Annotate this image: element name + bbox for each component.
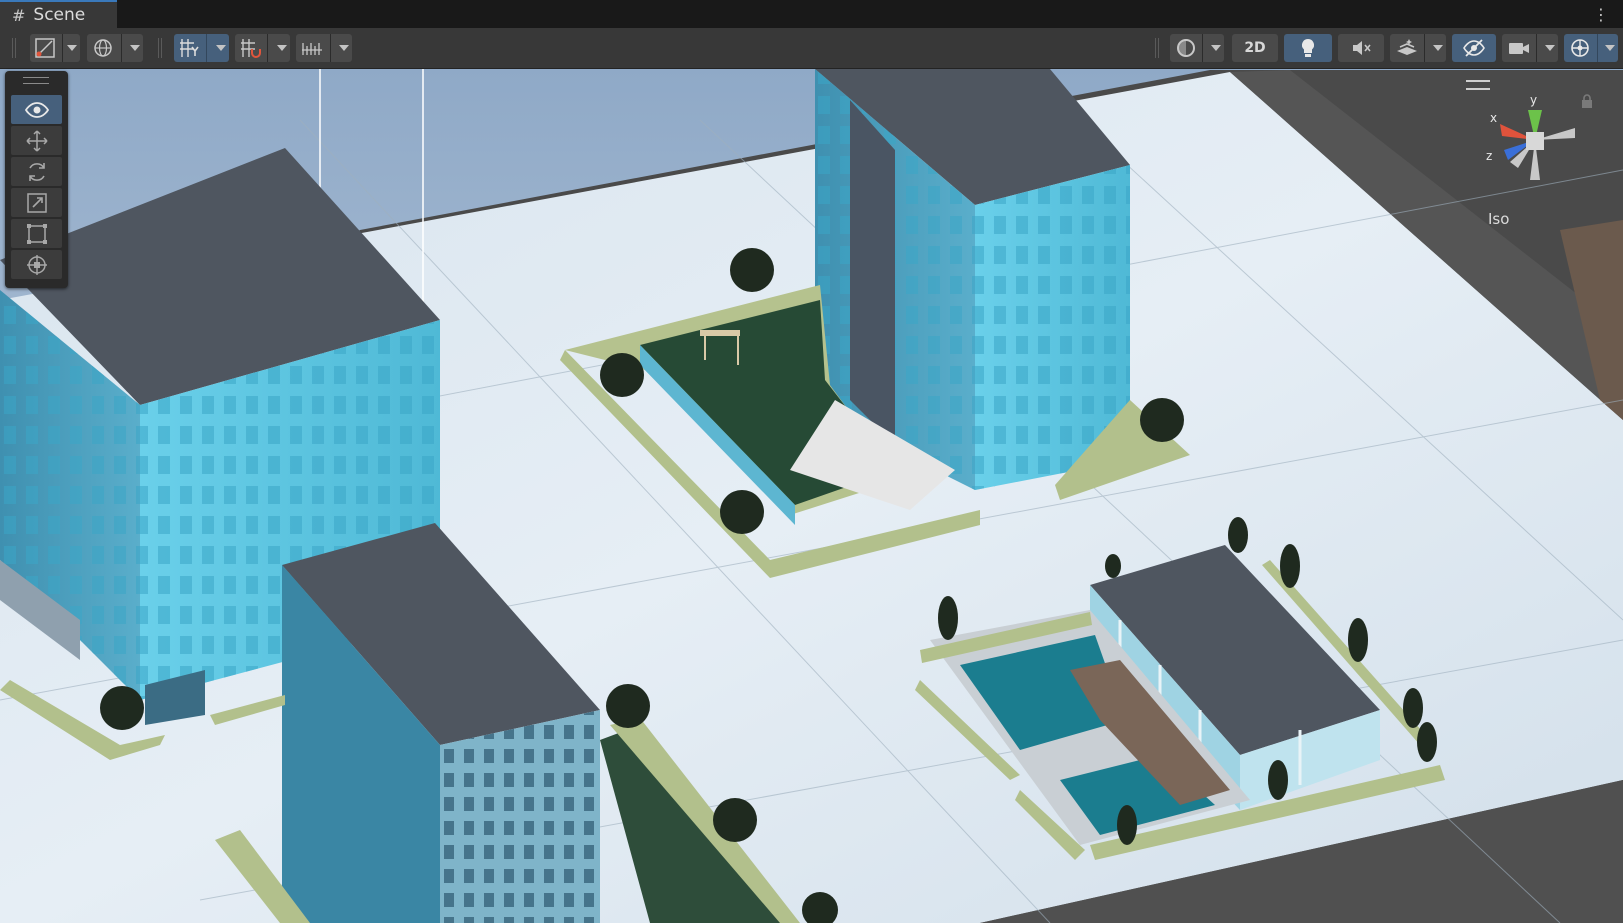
rect-tool-button[interactable] — [11, 219, 62, 248]
toolbar-grip[interactable] — [1155, 38, 1159, 58]
grid-snapping-button[interactable] — [235, 34, 290, 62]
chevron-down-icon — [1211, 45, 1221, 51]
chevron-down-icon — [277, 45, 287, 51]
chevron-down-icon — [1605, 45, 1615, 51]
effects-layers-icon — [1397, 39, 1417, 55]
view-tool-button[interactable] — [11, 95, 62, 124]
audio-mute-icon — [1353, 41, 1371, 55]
camera-settings-button[interactable] — [1502, 34, 1558, 62]
scene-render — [0, 69, 1623, 923]
gizmo-z-label: z — [1486, 149, 1492, 163]
chevron-down-icon — [339, 45, 349, 51]
audio-toggle-button[interactable] — [1338, 34, 1384, 62]
tab-bar: # Scene ⋮ — [0, 0, 1623, 28]
toggle-2d-label: 2D — [1244, 40, 1266, 56]
scene-visibility-button[interactable] — [1452, 34, 1496, 62]
gizmos-icon — [1571, 39, 1589, 57]
scale-icon — [26, 192, 47, 213]
gizmos-button[interactable] — [1564, 34, 1618, 62]
globe-icon — [94, 39, 112, 57]
chevron-down-icon — [1545, 45, 1555, 51]
gizmo-y-label: y — [1530, 93, 1537, 107]
eye-icon — [24, 101, 49, 118]
rect-transform-icon — [26, 223, 47, 244]
rotate-tool-button[interactable] — [11, 157, 62, 186]
scene-viewport[interactable] — [0, 69, 1623, 923]
gizmo-menu-icon[interactable] — [1466, 80, 1490, 90]
draw-mode-icon — [35, 38, 55, 58]
grid-visibility-button[interactable] — [174, 34, 229, 62]
tab-scene[interactable]: # Scene — [0, 0, 117, 28]
projection-label[interactable]: Iso — [1488, 210, 1509, 228]
overlay-drag-handle[interactable] — [23, 77, 49, 84]
move-tool-button[interactable] — [11, 126, 62, 155]
scene-toolbar: 2D — [0, 28, 1623, 69]
shading-sphere-icon — [1177, 39, 1195, 57]
lighting-toggle-button[interactable] — [1284, 34, 1332, 62]
chevron-down-icon — [67, 45, 77, 51]
shading-mode-button[interactable] — [1170, 34, 1224, 62]
effects-button[interactable] — [1390, 34, 1446, 62]
light-bulb-icon — [1301, 38, 1315, 57]
draw-mode-button[interactable] — [30, 34, 80, 62]
chevron-down-icon — [216, 45, 226, 51]
increment-snap-button[interactable] — [296, 34, 352, 62]
snap-magnet-icon — [241, 39, 261, 58]
grid-y-icon — [180, 39, 199, 57]
scale-tool-button[interactable] — [11, 188, 62, 217]
ruler-icon — [302, 43, 322, 55]
toggle-2d-button[interactable]: 2D — [1232, 34, 1278, 62]
scene-view-options-button[interactable] — [87, 34, 143, 62]
toolbar-grip[interactable] — [158, 38, 162, 58]
move-arrows-icon — [25, 129, 48, 152]
scene-hash-icon: # — [12, 5, 26, 25]
hidden-eye-icon — [1463, 39, 1485, 57]
orientation-gizmo[interactable]: y x z — [1480, 90, 1590, 190]
chevron-down-icon — [130, 45, 140, 51]
more-menu-icon[interactable]: ⋮ — [1593, 5, 1609, 24]
tab-title: Scene — [33, 5, 86, 25]
camera-icon — [1509, 43, 1529, 54]
rotate-icon — [28, 162, 45, 181]
chevron-down-icon — [1433, 45, 1443, 51]
tools-overlay[interactable] — [5, 71, 68, 288]
transform-icon — [26, 254, 47, 275]
transform-tool-button[interactable] — [11, 250, 62, 279]
gizmo-x-label: x — [1490, 111, 1497, 125]
toolbar-grip[interactable] — [12, 38, 16, 58]
